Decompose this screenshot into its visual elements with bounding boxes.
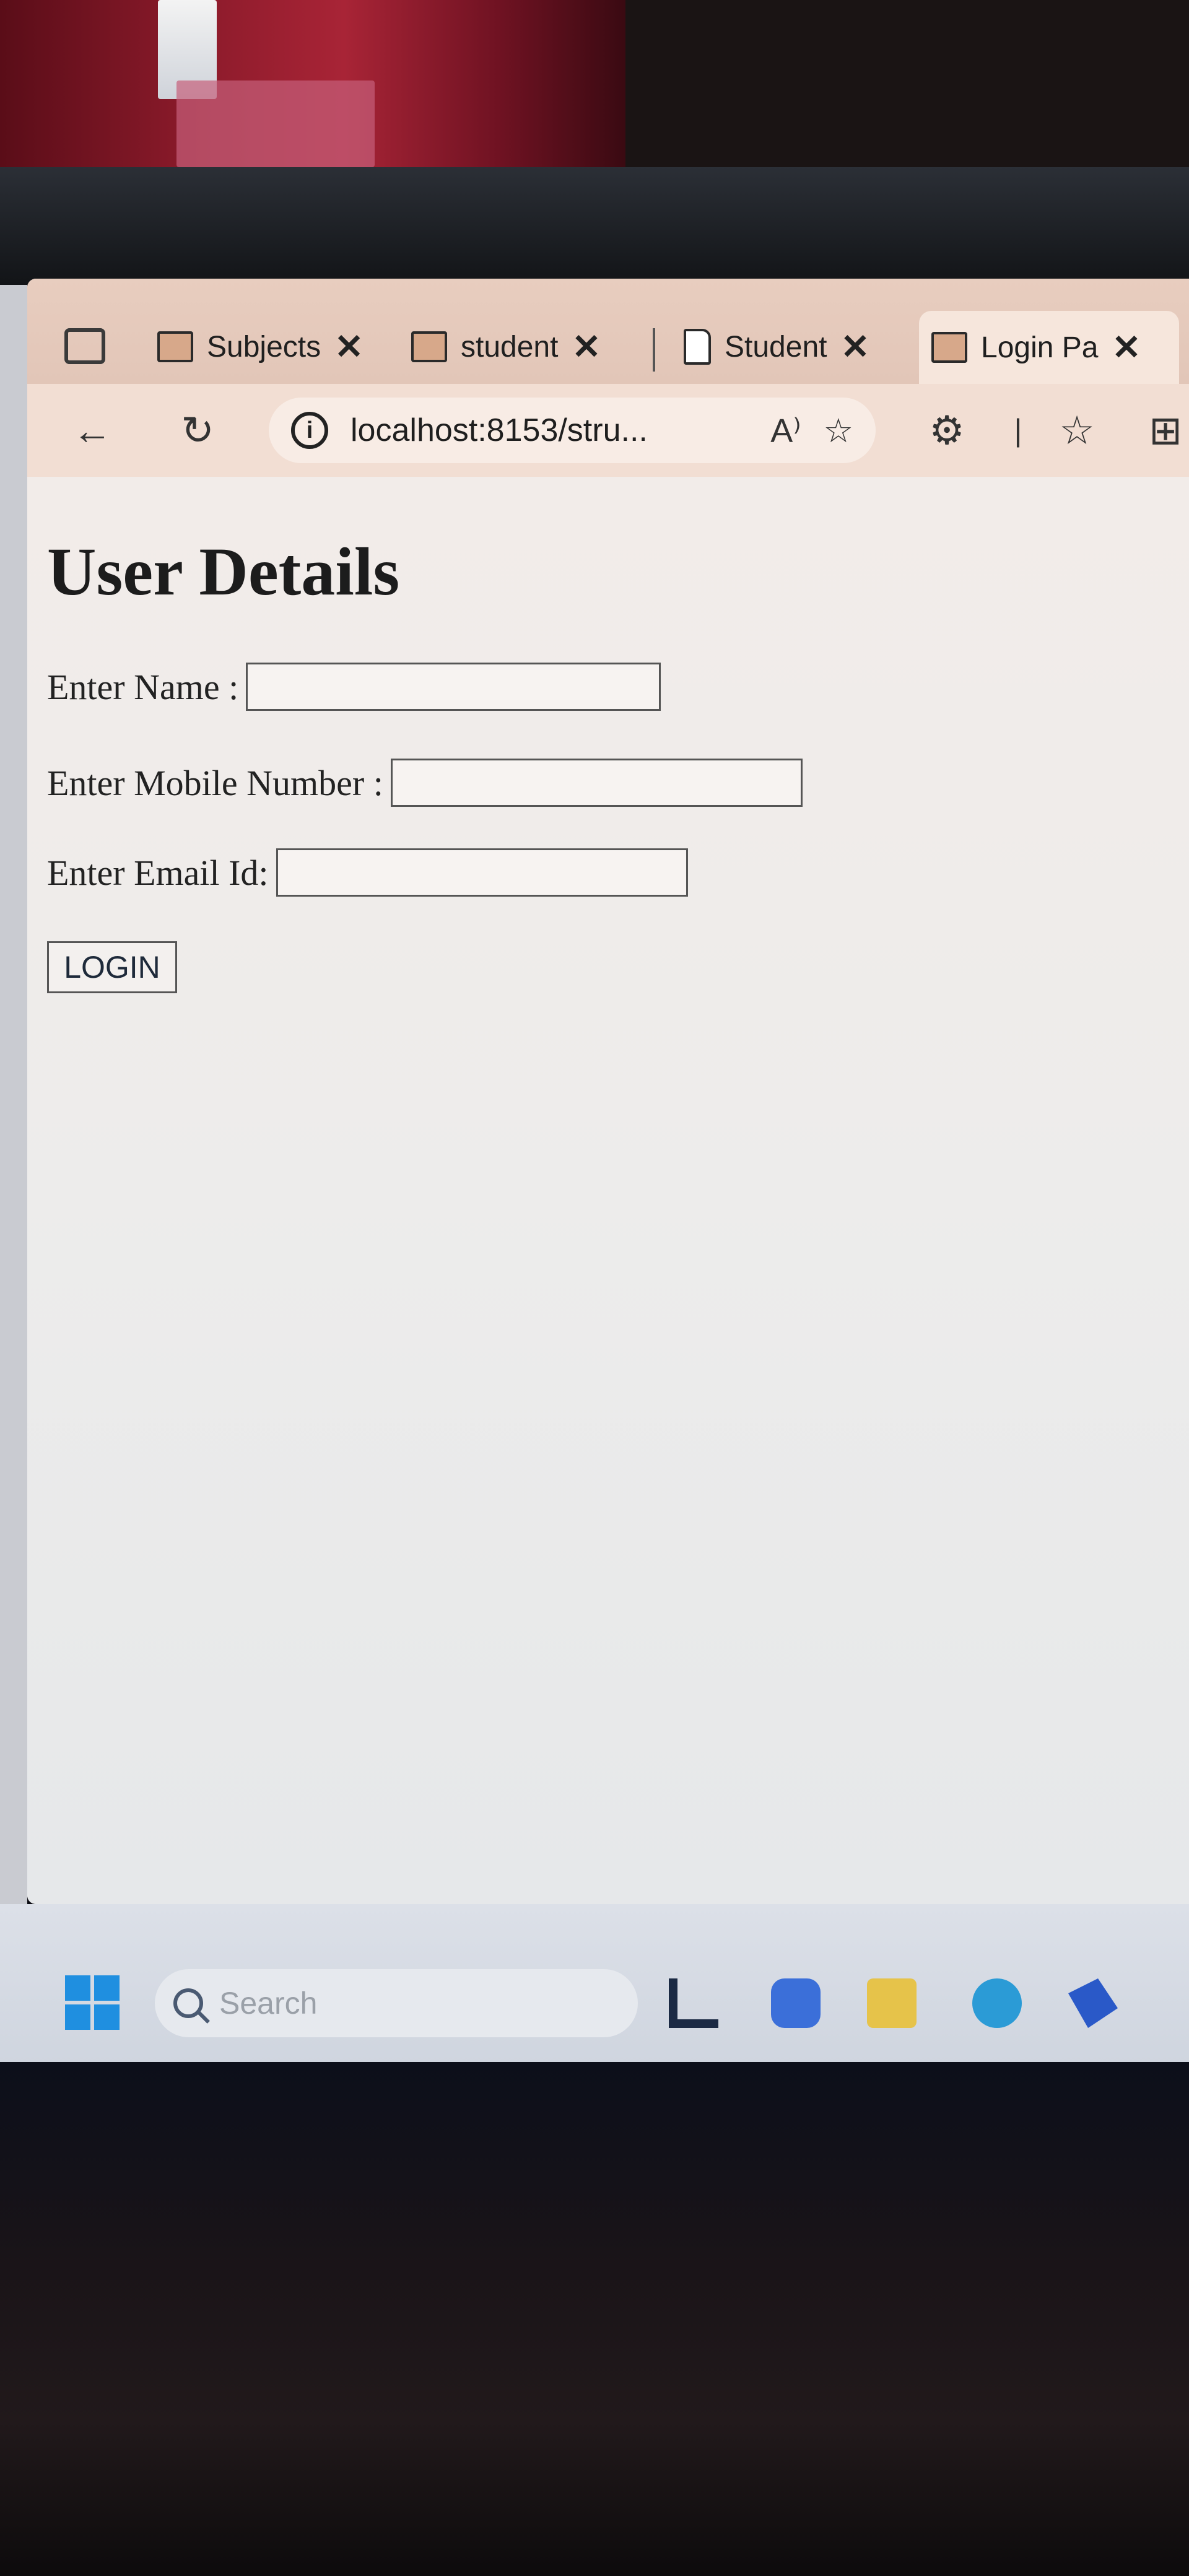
mobile-label: Enter Mobile Number : — [47, 762, 383, 803]
close-icon[interactable]: ✕ — [840, 326, 869, 367]
refresh-icon[interactable]: ↻ — [170, 402, 225, 458]
search-placeholder: Search — [219, 1986, 318, 2021]
collections-icon[interactable]: ⊞ — [1142, 402, 1189, 458]
back-icon[interactable]: ← — [64, 402, 120, 458]
tab-subjects[interactable]: Subjects ✕ — [145, 316, 376, 378]
monitor-bezel — [0, 167, 1189, 285]
login-button[interactable]: LOGIN — [47, 941, 177, 993]
taskbar: Search — [0, 1904, 1189, 2065]
tab-actions-icon[interactable] — [64, 328, 105, 364]
page-content: User Details Enter Name : Enter Mobile N… — [27, 477, 1189, 1904]
email-row: Enter Email Id: — [47, 848, 688, 897]
tab-label: Student — [725, 330, 827, 363]
desk-surface — [0, 2062, 1189, 2576]
file-explorer-icon[interactable] — [867, 1978, 917, 2028]
email-input[interactable] — [276, 848, 688, 897]
name-label: Enter Name : — [47, 666, 239, 707]
windows-start-icon[interactable] — [65, 1975, 120, 2030]
close-icon[interactable]: ✕ — [334, 326, 364, 367]
close-icon[interactable]: ✕ — [1112, 327, 1141, 368]
name-row: Enter Name : — [47, 663, 661, 711]
toolbar-divider: | — [1014, 413, 1022, 448]
name-input[interactable] — [246, 663, 661, 711]
tab-student-doc[interactable]: Student ✕ — [671, 316, 882, 378]
search-icon — [173, 1988, 203, 2018]
add-favorite-icon[interactable]: ☆ — [824, 411, 853, 450]
image-icon — [411, 331, 447, 362]
page-title: User Details — [47, 534, 400, 609]
tab-label: Subjects — [207, 330, 321, 363]
mobile-input[interactable] — [390, 759, 803, 807]
tab-label: Login Pa — [981, 331, 1099, 364]
store-icon[interactable] — [1068, 1978, 1118, 2028]
read-aloud-icon[interactable]: A⁾ — [770, 411, 801, 450]
browser-window: Subjects ✕ student ✕ Student ✕ Login Pa … — [27, 279, 1189, 1904]
window-behind — [0, 285, 27, 1907]
widgets-icon[interactable] — [669, 1978, 718, 2028]
close-icon[interactable]: ✕ — [572, 326, 601, 367]
tab-separator — [653, 328, 655, 372]
info-icon[interactable]: i — [291, 412, 328, 449]
address-bar[interactable]: i localhost:8153/stru... A⁾ ☆ — [269, 398, 876, 463]
favorites-icon[interactable]: ☆ — [1049, 402, 1105, 458]
tab-label: student — [461, 330, 559, 363]
tab-login[interactable]: Login Pa ✕ — [919, 311, 1179, 384]
email-label: Enter Email Id: — [47, 852, 269, 893]
url-text: localhost:8153/stru... — [351, 412, 648, 448]
mobile-row: Enter Mobile Number : — [47, 759, 803, 807]
tab-student[interactable]: student ✕ — [399, 316, 613, 378]
tab-strip: Subjects ✕ student ✕ Student ✕ Login Pa … — [27, 279, 1189, 384]
image-icon — [157, 331, 193, 362]
browser-toolbar: ← ↻ i localhost:8153/stru... A⁾ ☆ ⚙ | ☆ … — [27, 384, 1189, 477]
edge-icon[interactable] — [972, 1978, 1022, 2028]
document-icon — [684, 329, 711, 365]
background-object — [176, 80, 375, 167]
taskbar-search[interactable]: Search — [155, 1969, 638, 2037]
extensions-icon[interactable]: ⚙ — [919, 402, 975, 458]
teams-icon[interactable] — [771, 1978, 821, 2028]
image-icon — [931, 332, 967, 363]
